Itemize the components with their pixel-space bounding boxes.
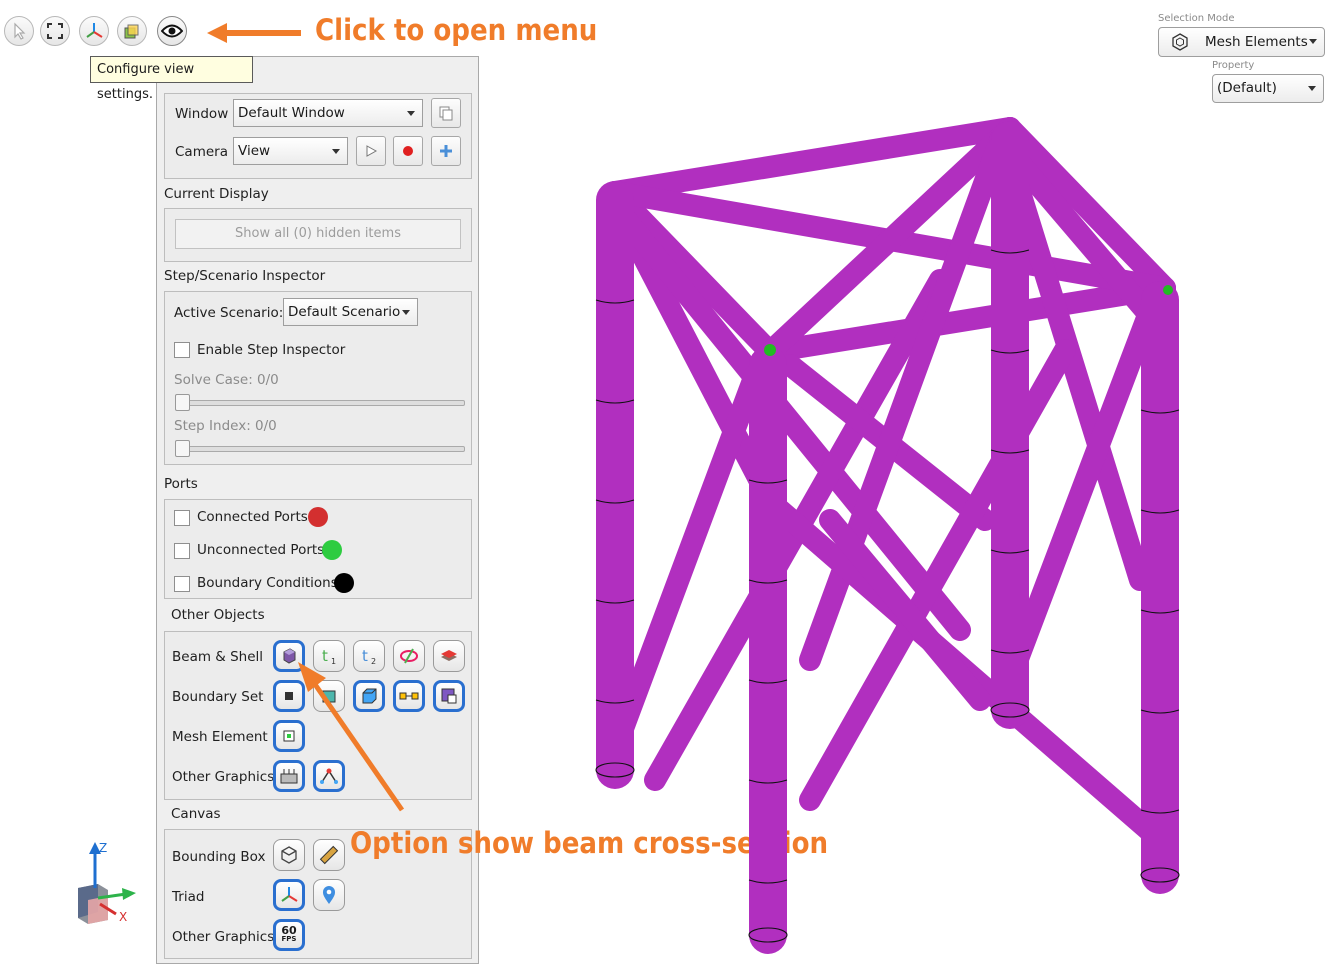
- boundary-set-group-button[interactable]: [433, 680, 465, 712]
- active-scenario-select[interactable]: Default Scenario: [283, 298, 418, 326]
- triad-icon: [281, 887, 298, 902]
- window-camera-group: Window Default Window Camera View: [164, 93, 472, 179]
- unconnected-ports-checkbox[interactable]: [174, 543, 190, 559]
- bounding-box-button[interactable]: [273, 839, 305, 871]
- canvas-heading: Canvas: [171, 806, 221, 822]
- fit-view-button[interactable]: [40, 16, 70, 46]
- select-mode-icon: [14, 22, 26, 40]
- step-index-slider[interactable]: [175, 446, 465, 452]
- boundary-conditions-color[interactable]: [334, 573, 354, 593]
- connected-ports-label: Connected Ports: [197, 509, 308, 525]
- copy-window-icon: [439, 106, 453, 121]
- ruler-button[interactable]: [313, 839, 345, 871]
- ports-group: Connected Ports Unconnected Ports Bounda…: [164, 499, 472, 599]
- fps-value: 60: [281, 924, 297, 937]
- triad-label: Triad: [172, 889, 205, 905]
- annotation-arrow-menu: [207, 23, 301, 43]
- unconnected-ports-label: Unconnected Ports: [197, 542, 325, 558]
- current-display-group: Show all (0) hidden items: [164, 208, 472, 262]
- other-objects-heading: Other Objects: [171, 607, 265, 623]
- group-icon: [441, 688, 457, 704]
- unconnected-ports-color[interactable]: [322, 540, 342, 560]
- select-mode-button[interactable]: [4, 16, 34, 46]
- axis-triad: Z X: [78, 841, 136, 924]
- axis-x-label: X: [119, 910, 127, 924]
- step-inspector-heading: Step/Scenario Inspector: [164, 268, 326, 284]
- view-settings-tooltip: Configure view settings.: [90, 56, 253, 102]
- bounding-box-label: Bounding Box: [172, 849, 266, 865]
- axis-z-label: Z: [99, 841, 107, 855]
- copy-window-button[interactable]: [431, 98, 461, 128]
- window-label: Window: [175, 106, 229, 122]
- camera-label: Camera: [175, 144, 228, 160]
- canvas-other-graphics-label: Other Graphics: [172, 929, 275, 945]
- step-index-slider-handle[interactable]: [175, 440, 190, 457]
- fit-view-icon: [47, 23, 63, 39]
- view-settings-button[interactable]: [157, 16, 187, 46]
- display-mode-button[interactable]: [117, 16, 147, 46]
- camera-play-button[interactable]: [356, 136, 386, 166]
- selection-mode-label: Selection Mode: [1158, 13, 1235, 24]
- play-icon: [366, 145, 378, 157]
- property-select[interactable]: (Default): [1212, 74, 1324, 103]
- camera-add-button[interactable]: [431, 136, 461, 166]
- boundary-conditions-label: Boundary Conditions: [197, 575, 338, 591]
- window-select[interactable]: Default Window: [233, 99, 423, 127]
- solve-case-label: Solve Case: 0/0: [174, 372, 279, 388]
- record-icon: [403, 146, 413, 156]
- solve-case-slider[interactable]: [175, 400, 465, 406]
- boundary-conditions-checkbox[interactable]: [174, 576, 190, 592]
- view-settings-eye-icon: [161, 24, 183, 38]
- plus-icon: [440, 145, 452, 157]
- camera-record-button[interactable]: [393, 136, 423, 166]
- selection-mode-select[interactable]: Mesh Elements: [1158, 27, 1325, 57]
- triad-button[interactable]: [273, 879, 305, 911]
- annotation-click-menu: Click to open menu: [315, 13, 598, 47]
- property-label: Property: [1212, 60, 1255, 71]
- connected-ports-color[interactable]: [308, 507, 328, 527]
- beam-structure-viewport[interactable]: [560, 100, 1220, 960]
- solve-case-slider-handle[interactable]: [175, 394, 190, 411]
- step-inspector-group: Active Scenario: Default Scenario Enable…: [164, 291, 472, 465]
- fps-button[interactable]: 60 FPS: [273, 919, 305, 951]
- enable-step-inspector-checkbox[interactable]: [174, 342, 190, 358]
- beam-shell-label: Beam & Shell: [172, 649, 264, 665]
- mesh-element-label: Mesh Element: [172, 729, 268, 745]
- other-graphics-label: Other Graphics: [172, 769, 275, 785]
- ruler-icon: [319, 845, 339, 865]
- triad-view-icon: [86, 23, 103, 38]
- triad-view-button[interactable]: [79, 16, 109, 46]
- step-index-label: Step Index: 0/0: [174, 418, 277, 434]
- cube-outline-icon: [281, 846, 297, 864]
- boundary-set-label: Boundary Set: [172, 689, 264, 705]
- node-marker: [1163, 285, 1173, 295]
- fps-unit: FPS: [281, 935, 297, 943]
- annotation-arrow-beam: [298, 662, 405, 812]
- layers-button[interactable]: [433, 640, 465, 672]
- show-hidden-items-button[interactable]: Show all (0) hidden items: [175, 219, 461, 249]
- display-mode-icon: [124, 24, 139, 39]
- layers-icon: [441, 650, 457, 661]
- active-scenario-label: Active Scenario:: [174, 305, 284, 321]
- ports-heading: Ports: [164, 476, 198, 492]
- beam-structure: [596, 117, 1179, 954]
- location-pin-icon: [323, 886, 335, 904]
- node-marker: [764, 344, 776, 356]
- connected-ports-checkbox[interactable]: [174, 510, 190, 526]
- mesh-elements-icon: [1172, 33, 1188, 51]
- enable-step-inspector-label: Enable Step Inspector: [197, 342, 346, 358]
- triad-location-button[interactable]: [313, 879, 345, 911]
- camera-select[interactable]: View: [233, 137, 348, 165]
- current-display-heading: Current Display: [164, 186, 269, 202]
